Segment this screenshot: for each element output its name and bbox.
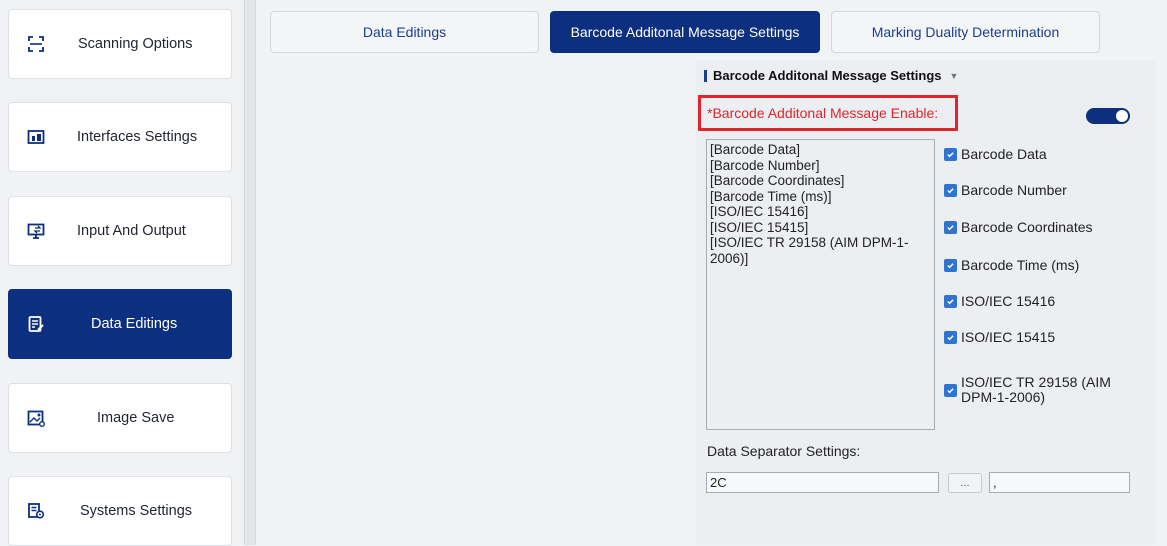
separator-label: Data Separator Settings: bbox=[707, 443, 861, 459]
section-title[interactable]: Barcode Additonal Message Settings ▼ bbox=[704, 68, 958, 83]
system-settings-icon bbox=[27, 502, 45, 520]
sidebar-item-interfaces-settings[interactable]: Interfaces Settings bbox=[8, 102, 232, 172]
sidebar-divider[interactable] bbox=[244, 0, 256, 545]
checkbox-label: ISO/IEC 15415 bbox=[961, 329, 1056, 345]
tab-barcode-additional-message-settings[interactable]: Barcode Additonal Message Settings bbox=[550, 11, 820, 53]
checkbox-check-icon bbox=[944, 183, 957, 197]
enable-label-highlight: *Barcode Additonal Message Enable: bbox=[698, 95, 958, 131]
checkbox-check-icon bbox=[944, 147, 957, 161]
list-item[interactable]: [ISO/IEC 15415] bbox=[710, 220, 931, 236]
checkbox-iso-15416[interactable]: ISO/IEC 15416 bbox=[944, 293, 1055, 309]
checkbox-check-icon bbox=[944, 258, 957, 272]
checkbox-check-icon bbox=[944, 383, 957, 397]
sidebar-item-label: Image Save bbox=[97, 410, 175, 426]
sidebar: Scanning Options Interfaces Settings Inp… bbox=[0, 0, 244, 546]
sidebar-item-label: Interfaces Settings bbox=[77, 129, 198, 145]
checkbox-barcode-data[interactable]: Barcode Data bbox=[944, 146, 1047, 162]
checkbox-iso-15415[interactable]: ISO/IEC 15415 bbox=[944, 329, 1055, 345]
checkbox-label: ISO/IEC 15416 bbox=[961, 293, 1056, 309]
separator-hex-input[interactable]: 2C bbox=[706, 472, 939, 493]
list-item[interactable]: [Barcode Time (ms)] bbox=[710, 189, 931, 205]
sidebar-item-data-editings[interactable]: Data Editings bbox=[8, 289, 232, 359]
sidebar-item-scanning-options[interactable]: Scanning Options bbox=[8, 9, 232, 79]
image-save-icon bbox=[27, 409, 45, 427]
message-order-listbox[interactable]: [Barcode Data] [Barcode Number] [Barcode… bbox=[706, 139, 935, 430]
sidebar-item-label: Input And Output bbox=[77, 223, 186, 239]
separator-char-input[interactable]: , bbox=[989, 472, 1130, 493]
sidebar-item-label: Data Editings bbox=[91, 316, 178, 332]
checkbox-label: ISO/IEC TR 29158 (AIM DPM-1-2006) bbox=[961, 374, 1111, 405]
checkbox-label: Barcode Number bbox=[961, 182, 1067, 198]
checkbox-barcode-number[interactable]: Barcode Number bbox=[944, 182, 1067, 198]
toggle-knob bbox=[1116, 110, 1128, 122]
list-item[interactable]: [ISO/IEC 15416] bbox=[710, 204, 931, 220]
tab-marking-duality-determination[interactable]: Marking Duality Determination bbox=[831, 11, 1100, 53]
scan-frame-icon bbox=[27, 35, 45, 53]
section-title-text: Barcode Additonal Message Settings bbox=[713, 68, 942, 83]
separator-browse-button[interactable]: ... bbox=[948, 473, 982, 493]
enable-toggle[interactable] bbox=[1086, 108, 1130, 124]
interface-devices-icon bbox=[27, 128, 45, 146]
checkbox-iso-29158[interactable]: ISO/IEC TR 29158 (AIM DPM-1-2006) bbox=[944, 375, 1124, 405]
tab-data-editings[interactable]: Data Editings bbox=[270, 11, 539, 53]
monitor-io-icon bbox=[27, 222, 45, 240]
checkbox-barcode-coordinates[interactable]: Barcode Coordinates bbox=[944, 219, 1093, 235]
checkbox-label: Barcode Coordinates bbox=[961, 219, 1093, 235]
checkbox-check-icon bbox=[944, 330, 957, 344]
checkbox-check-icon bbox=[944, 294, 957, 308]
sidebar-item-label: Scanning Options bbox=[78, 36, 193, 52]
list-item[interactable]: [Barcode Coordinates] bbox=[710, 173, 931, 189]
list-item[interactable]: [Barcode Data] bbox=[710, 142, 931, 158]
edit-document-icon bbox=[27, 315, 45, 333]
checkbox-label: Barcode Data bbox=[961, 146, 1047, 162]
checkbox-label: Barcode Time (ms) bbox=[961, 257, 1080, 273]
sidebar-item-input-and-output[interactable]: Input And Output bbox=[8, 196, 232, 266]
checkbox-barcode-time[interactable]: Barcode Time (ms) bbox=[944, 257, 1079, 273]
list-item[interactable]: [ISO/IEC TR 29158 (AIM DPM-1-2006)] bbox=[710, 235, 931, 266]
sidebar-item-label: Systems Settings bbox=[80, 503, 193, 519]
list-item[interactable]: [Barcode Number] bbox=[710, 158, 931, 174]
sidebar-item-image-save[interactable]: Image Save bbox=[8, 383, 232, 453]
chevron-down-icon: ▼ bbox=[949, 70, 959, 81]
checkbox-check-icon bbox=[944, 220, 957, 234]
enable-label: *Barcode Additonal Message Enable: bbox=[707, 105, 939, 121]
sidebar-item-systems-settings[interactable]: Systems Settings bbox=[8, 476, 232, 546]
section-marker bbox=[704, 69, 707, 82]
